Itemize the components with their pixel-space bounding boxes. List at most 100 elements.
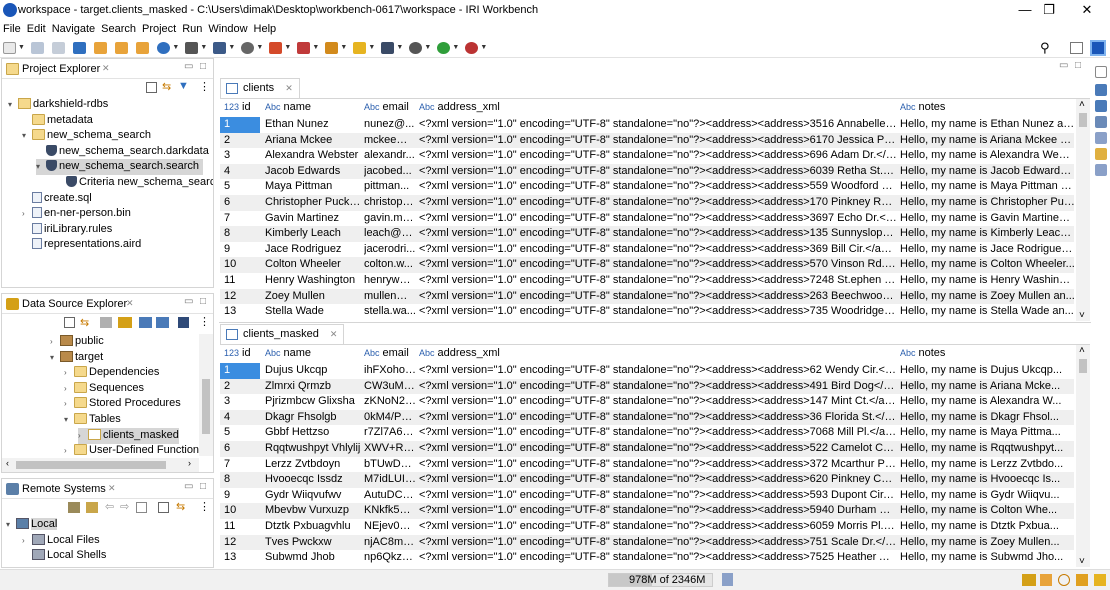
- table-cell[interactable]: Dtztk Pxbuagvhlu: [265, 520, 361, 532]
- table-cell[interactable]: <?xml version="1.0" encoding="UTF-8" sta…: [419, 504, 897, 516]
- menu-navigate[interactable]: Navigate: [49, 22, 98, 36]
- table-cell[interactable]: Hello, my name is Ariana Mcke...: [900, 380, 1075, 392]
- table-cell[interactable]: Alexandra Webster: [265, 149, 361, 161]
- table-cell[interactable]: np6Qkz7...: [364, 551, 416, 563]
- scroll-down-icon[interactable]: ˅: [1079, 310, 1085, 321]
- expand-arrow-icon[interactable]: ▾: [8, 97, 18, 113]
- scroll-up-icon[interactable]: ˄: [1079, 345, 1085, 356]
- table-cell[interactable]: NEjev0AY...: [364, 520, 416, 532]
- table-cell[interactable]: <?xml version="1.0" encoding="UTF-8" sta…: [419, 411, 897, 423]
- table-cell[interactable]: henrywas...: [364, 274, 416, 286]
- table-cell[interactable]: Lerzz Zvtbdoyn: [265, 458, 361, 470]
- menu-search[interactable]: Search: [98, 22, 139, 36]
- scroll-thumb[interactable]: [1079, 359, 1087, 373]
- table-row[interactable]: 7 Lerzz ZvtbdoynbTUwDba...<?xml version="…: [220, 457, 1074, 473]
- table-row[interactable]: 13 Stella Wade stella.wa... <?xml version="…: [220, 304, 1074, 320]
- table-cell[interactable]: CW3uMp...: [364, 380, 416, 392]
- column-header-notes[interactable]: Abc notes: [900, 101, 945, 113]
- table-row[interactable]: 9 Jace Rodriguez jacerodri... <?xml version…: [220, 242, 1075, 258]
- view-menu-icon[interactable]: ⋮: [199, 80, 210, 93]
- table-cell[interactable]: Hello, my name is Christopher Puc...: [900, 196, 1075, 208]
- forward-icon[interactable]: ⇨: [120, 500, 129, 513]
- table-cell[interactable]: Christopher Puckett: [265, 196, 361, 208]
- tree-item[interactable]: › Dependencies: [64, 365, 159, 381]
- expand-arrow-icon[interactable]: ›: [64, 443, 74, 459]
- table-cell[interactable]: zKNoN2s...: [364, 395, 416, 407]
- table-row[interactable]: 5 Maya Pittman pittman... <?xml version="1.…: [220, 179, 1075, 195]
- table-cell[interactable]: Hello, my name is Dkagr Fhsol...: [900, 411, 1075, 423]
- tray-icon-2[interactable]: [1040, 574, 1052, 586]
- maximize-editor-icon[interactable]: □: [1075, 60, 1081, 71]
- table-cell[interactable]: <?xml version="1.0" encoding="UTF-8" sta…: [419, 380, 897, 392]
- table-row[interactable]: 4 Jacob Edwards jacobed... <?xml version="1…: [220, 163, 1075, 180]
- table-cell[interactable]: <?xml version="1.0" encoding="UTF-8" sta…: [419, 118, 897, 130]
- search-icon[interactable]: ⚲: [1040, 40, 1050, 56]
- table-cell[interactable]: Gavin Martinez: [265, 212, 361, 224]
- table-cell[interactable]: Jacob Edwards: [265, 165, 361, 177]
- tree-item[interactable]: metadata: [22, 113, 93, 129]
- table-cell[interactable]: <?xml version="1.0" encoding="UTF-8" sta…: [419, 227, 897, 239]
- table-cell[interactable]: Zlmrxi Qrmzb: [265, 380, 361, 392]
- tree-item[interactable]: › Local Files: [22, 533, 100, 549]
- table-cell[interactable]: <?xml version="1.0" encoding="UTF-8" sta…: [419, 134, 897, 146]
- minimize-panel-icon[interactable]: ▭: [184, 481, 193, 492]
- table-row[interactable]: 13 Subwmd Jhob np6Qkz7... <?xml version="1.…: [220, 550, 1074, 566]
- column-header-email[interactable]: Abc email: [364, 101, 409, 113]
- monitor-icon[interactable]: [73, 42, 87, 54]
- collapse-all-icon[interactable]: [64, 317, 75, 328]
- tree-item[interactable]: › clients_masked: [78, 427, 179, 444]
- table-cell[interactable]: <?xml version="1.0" encoding="UTF-8" sta…: [419, 364, 897, 376]
- table-cell[interactable]: <?xml version="1.0" encoding="UTF-8" sta…: [419, 458, 897, 470]
- expand-arrow-icon[interactable]: ▾: [22, 128, 32, 144]
- expand-arrow-icon[interactable]: ▾: [50, 350, 60, 366]
- table-cell[interactable]: <?xml version="1.0" encoding="UTF-8" sta…: [419, 180, 897, 192]
- new-connection-icon[interactable]: [68, 502, 80, 513]
- expand-arrow-icon[interactable]: ▾: [36, 159, 46, 175]
- expand-arrow-icon[interactable]: ›: [50, 334, 60, 350]
- table-cell[interactable]: Hello, my name is Kimberly Leach ...: [900, 227, 1075, 239]
- horizontal-scrollbar[interactable]: ‹ ›: [2, 458, 199, 472]
- expand-arrow-icon[interactable]: ›: [64, 381, 74, 397]
- table-row[interactable]: 6 Christopher Puckett christoph... <?xml ve…: [220, 195, 1075, 211]
- menu-edit[interactable]: Edit: [24, 22, 49, 36]
- table-row[interactable]: 6 Rqqtwushpyt VhlylijXWV+RGI...<?xml vers…: [220, 441, 1074, 457]
- table-cell[interactable]: <?xml version="1.0" encoding="UTF-8" sta…: [419, 196, 897, 208]
- column-header-email[interactable]: Abc email: [364, 347, 409, 359]
- open-type-icon[interactable]: [94, 42, 108, 54]
- maximize-panel-icon[interactable]: □: [200, 61, 206, 72]
- connect-icon[interactable]: [118, 317, 132, 328]
- table-cell[interactable]: Hello, my name is Gydr Wiiqvu...: [900, 489, 1075, 501]
- flow-icon[interactable]: [213, 42, 227, 54]
- table-cell[interactable]: Hello, my name is Ethan Nunez an...: [900, 118, 1075, 130]
- table-cell[interactable]: Dkagr Fhsolgb: [265, 411, 361, 423]
- open-resource-icon[interactable]: [115, 42, 129, 54]
- table-row[interactable]: 10 Mbevbw Vurxuzp KNkfk52g... <?xml version…: [220, 503, 1074, 519]
- close-tab-icon[interactable]: ✕: [285, 83, 293, 93]
- table-cell[interactable]: r7Zl7A6C...: [364, 426, 416, 438]
- table-cell[interactable]: Hello, my name is Alexandra W...: [900, 395, 1075, 407]
- table-cell[interactable]: njAC8mA...: [364, 536, 416, 548]
- mask-icon[interactable]: [241, 42, 255, 54]
- table-cell[interactable]: Gydr Wiiqvufwv: [265, 489, 361, 501]
- properties-icon[interactable]: [1095, 116, 1107, 128]
- tab-clients-masked[interactable]: clients_masked ✕: [220, 324, 345, 344]
- tree-item[interactable]: › public: [50, 334, 104, 350]
- tree-item[interactable]: ▾ new_schema_search.search: [36, 159, 204, 176]
- tree-item[interactable]: ▾ Tables: [64, 412, 121, 428]
- collapse-all-icon[interactable]: [146, 82, 157, 93]
- table-cell[interactable]: jacobed...: [364, 165, 416, 177]
- table-cell[interactable]: Tves Pwckxw: [265, 536, 361, 548]
- tab-clients[interactable]: clients ✕: [220, 78, 300, 98]
- link-editor-icon[interactable]: ⇆: [162, 80, 171, 93]
- tray-icon-3[interactable]: [1058, 574, 1070, 586]
- column-header-id[interactable]: 123 id: [224, 101, 251, 113]
- table-row[interactable]: 8 Kimberly Leach leach@m... <?xml version="…: [220, 226, 1075, 242]
- filter-icon[interactable]: ▼: [178, 80, 189, 92]
- table-cell[interactable]: nunez@...: [364, 118, 416, 130]
- history-icon[interactable]: [1095, 148, 1107, 160]
- table-row[interactable]: 1 Dujus Ukcqp ihFXohoS... <?xml version="1.…: [220, 363, 1074, 379]
- close-tab-icon[interactable]: ✕: [102, 63, 110, 74]
- tree-item[interactable]: representations.aird: [22, 237, 141, 253]
- table-cell[interactable]: mckee@...: [364, 134, 416, 146]
- menu-file[interactable]: File: [0, 22, 24, 36]
